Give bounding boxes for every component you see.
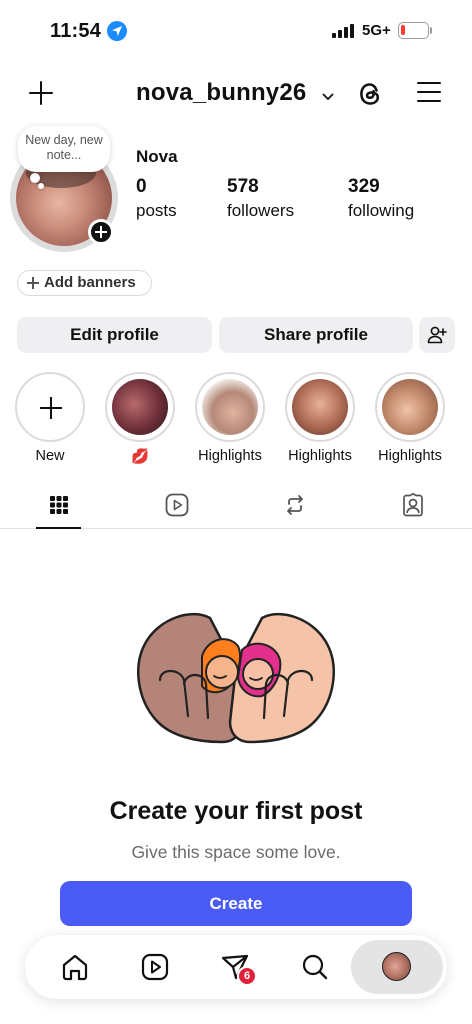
highlight-item[interactable]: Highlights [195, 372, 265, 464]
highlight-item[interactable]: 💋 [105, 372, 175, 465]
highlight-item[interactable]: Highlights [375, 372, 445, 464]
plus-icon [40, 397, 62, 419]
search-icon[interactable] [299, 951, 331, 983]
add-story-icon[interactable] [88, 219, 114, 245]
home-icon[interactable] [59, 951, 91, 983]
heart-hands-illustration [130, 598, 342, 753]
battery-icon [398, 22, 429, 39]
bottom-navigation [25, 935, 447, 999]
share-profile-button[interactable]: Share profile [219, 317, 413, 353]
empty-state-subtitle: Give this space some love. [131, 842, 341, 862]
highlight-new[interactable]: New [15, 372, 85, 464]
profile-avatar-icon [382, 952, 411, 981]
reels-icon [165, 493, 189, 517]
tab-tagged[interactable] [354, 484, 472, 528]
edit-profile-button[interactable]: Edit profile [17, 317, 212, 353]
tab-reposts[interactable] [236, 484, 354, 528]
profile-tab[interactable] [351, 940, 443, 994]
reels-nav-icon[interactable] [139, 951, 171, 983]
stat-followers[interactable]: 578 followers [227, 176, 294, 221]
activity-badge: 6 [237, 966, 257, 986]
status-time: 11:54 [50, 20, 102, 42]
username-switcher[interactable]: nova_bunny26 [136, 79, 306, 107]
display-name: Nova [136, 147, 178, 166]
add-banners-button[interactable]: Add banners [17, 270, 152, 296]
network-type: 5G+ [362, 22, 391, 39]
hamburger-menu-icon[interactable] [417, 81, 443, 103]
create-plus-icon[interactable] [28, 80, 54, 106]
grid-icon [50, 496, 68, 514]
empty-state-title: Create your first post [109, 797, 363, 825]
tagged-icon [403, 492, 423, 517]
highlight-item[interactable]: Highlights [285, 372, 355, 464]
threads-icon[interactable] [356, 80, 384, 113]
repost-icon [287, 495, 303, 515]
tab-reels[interactable] [118, 484, 236, 528]
stat-following[interactable]: 329 following [348, 176, 414, 221]
location-arrow-icon [107, 21, 127, 41]
status-bar: 11:54 5G+ [0, 0, 472, 62]
chevron-down-icon[interactable] [322, 88, 334, 106]
add-person-icon [427, 326, 447, 344]
cellular-signal-icon [332, 24, 356, 38]
content-tabs [0, 484, 472, 529]
create-button[interactable]: Create [60, 881, 412, 926]
stat-posts[interactable]: 0 posts [136, 176, 177, 221]
note-bubble[interactable]: New day, new note... [18, 126, 110, 172]
discover-people-button[interactable] [419, 317, 455, 353]
plus-icon [27, 277, 39, 289]
profile-header: nova_bunny26 [0, 70, 472, 116]
tab-grid[interactable] [0, 484, 118, 529]
